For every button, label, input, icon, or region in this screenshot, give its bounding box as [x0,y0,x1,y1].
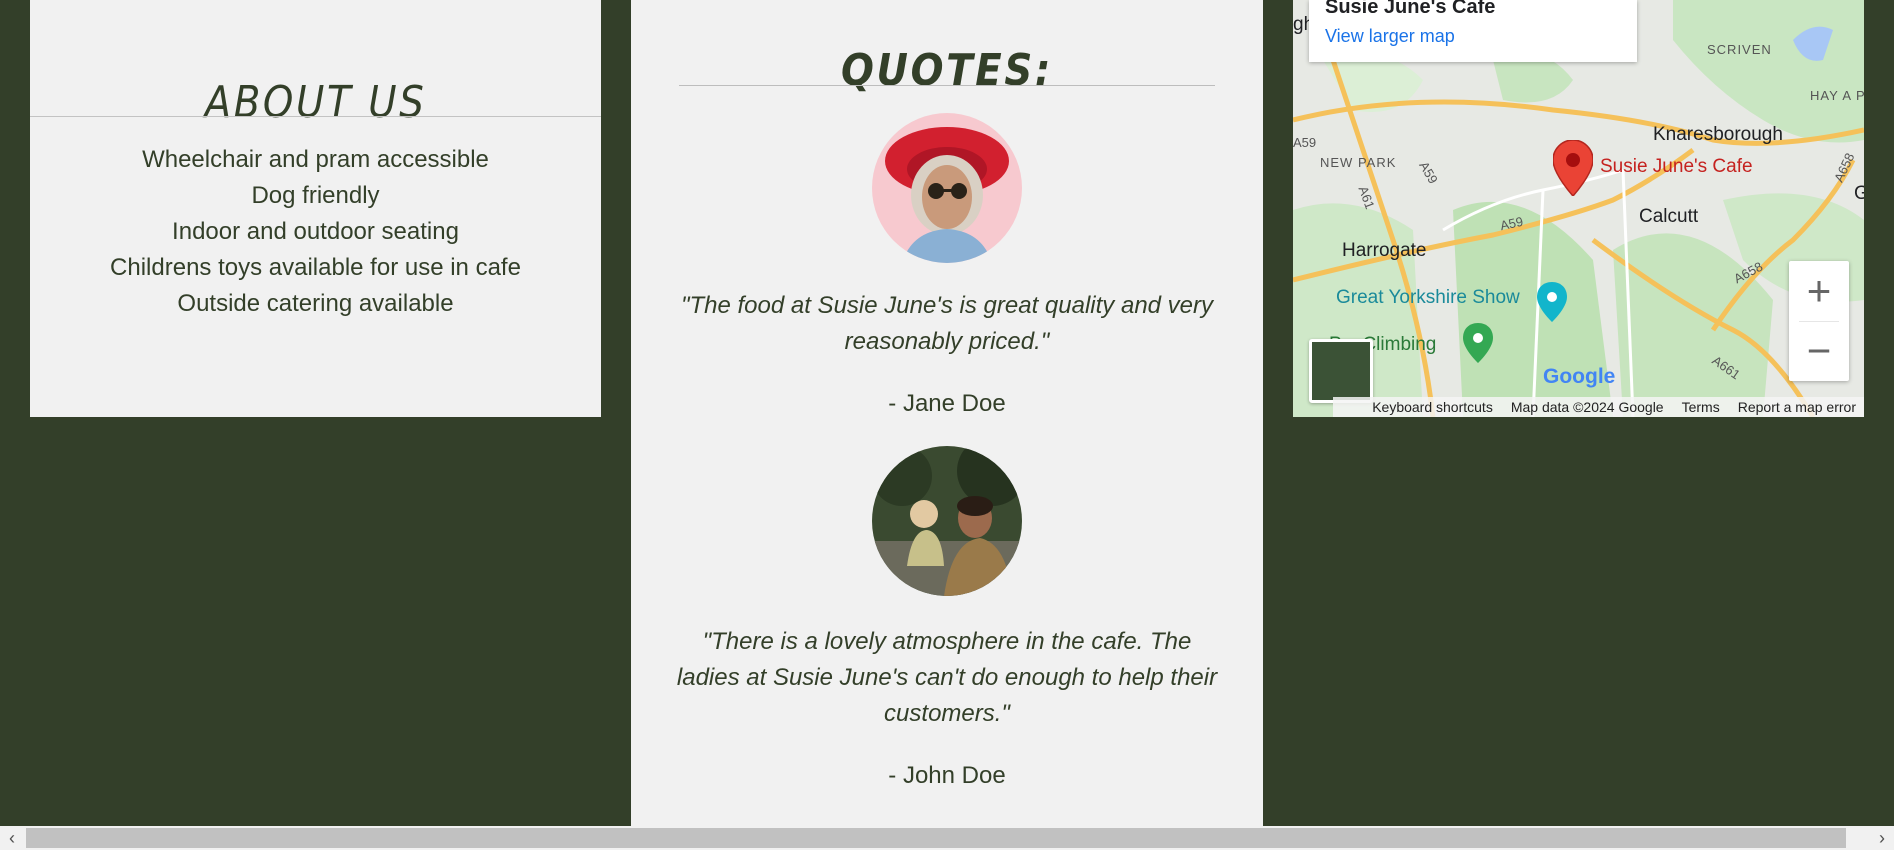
about-feature-item: Outside catering available [177,290,454,317]
about-divider [30,116,601,117]
zoom-controls: + − [1789,261,1849,381]
google-logo: Google [1543,365,1615,389]
quotes-heading: QUOTES: [841,44,1053,96]
quote-text: "The food at Susie June's is great quali… [680,292,1214,355]
map-label-g: G [1854,183,1864,204]
scroll-left-arrow-icon[interactable]: ‹ [0,826,24,850]
map-label-great-yorkshire-show: Great Yorkshire Show [1336,287,1520,308]
satellite-toggle-button[interactable] [1309,339,1373,403]
park-poi-icon[interactable] [1463,323,1493,368]
place-info-card: Susie June's Cafe View larger map [1309,0,1637,62]
map-data-text: Map data ©2024 Google [1510,399,1664,415]
place-name: Susie June's Cafe [1325,0,1496,18]
about-feature-item: Dog friendly [251,182,380,209]
map-label-knaresborough: Knaresborough [1653,124,1783,145]
quote-author: - Jane Doe [888,390,1006,417]
about-feature-item: Wheelchair and pram accessible [142,146,489,173]
map-label-hay-a-park: HAY A PA [1810,88,1864,103]
scroll-right-arrow-icon[interactable]: › [1870,826,1894,850]
road-label-a59: A59 [1293,135,1317,150]
quotes-divider [679,85,1215,86]
terms-link[interactable]: Terms [1682,399,1720,415]
about-feature-item: Indoor and outdoor seating [172,218,459,245]
map-label-harrogate: Harrogate [1342,240,1427,261]
map-label-scriven: SCRIVEN [1707,42,1772,57]
zoom-out-button[interactable]: − [1789,321,1849,381]
map-attribution-bar: Keyboard shortcuts Map data ©2024 Google… [1333,397,1864,417]
keyboard-shortcuts-link[interactable]: Keyboard shortcuts [1372,399,1493,415]
google-map-embed[interactable]: SCRIVEN HAY A PA NEW PARK gh G Knaresbor… [1293,0,1864,417]
map-label-calcutt: Calcutt [1639,206,1699,227]
about-feature-item: Childrens toys available for use in cafe [110,254,521,281]
about-us-heading: ABOUT US [204,76,427,128]
map-label-new-park: NEW PARK [1320,155,1397,170]
zoom-in-button[interactable]: + [1789,261,1849,321]
quote-text: "There is a lovely atmosphere in the caf… [676,628,1218,727]
quote-author: - John Doe [888,762,1006,789]
camera-poi-icon[interactable] [1537,282,1567,327]
scrollbar-thumb[interactable] [26,828,1846,848]
about-features-list: Wheelchair and pram accessible Dog frien… [30,142,601,322]
view-larger-map-link[interactable]: View larger map [1325,26,1455,47]
woman-red-hat-avatar [872,113,1022,263]
location-marker-icon[interactable] [1552,139,1594,201]
report-map-error-link[interactable]: Report a map error [1738,399,1856,415]
google-logo-text: Google [1543,365,1616,388]
marker-label[interactable]: Susie June's Cafe [1600,156,1753,178]
quotes-panel: QUOTES: "The food at Susie June's is gre… [631,0,1263,826]
about-us-panel: ABOUT US Wheelchair and pram accessible … [30,0,601,417]
father-child-avatar [872,446,1022,596]
horizontal-scrollbar[interactable]: ‹ › [0,826,1894,850]
